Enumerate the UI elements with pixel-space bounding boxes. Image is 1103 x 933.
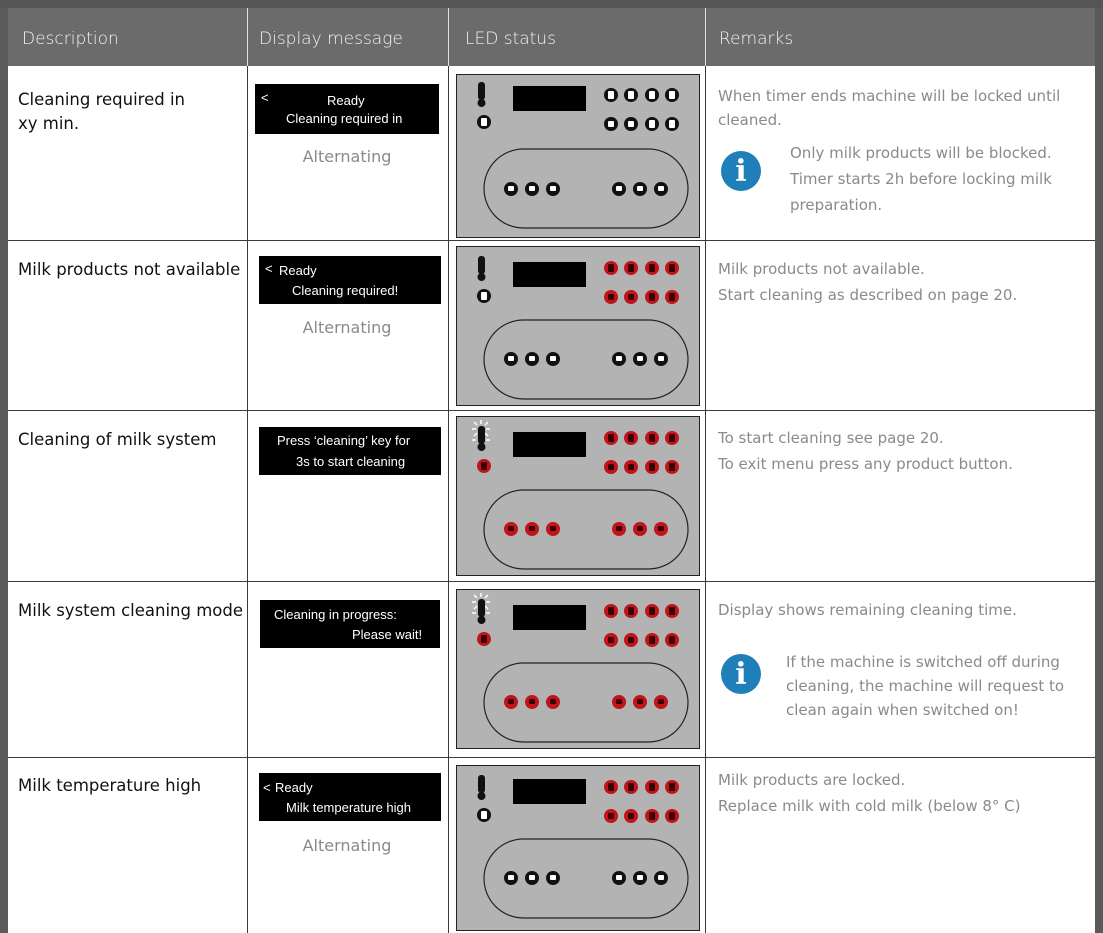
alternating-label: Alternating bbox=[302, 836, 392, 855]
info-text: Timer starts 2h before locking milk bbox=[790, 170, 1052, 188]
back-chevron-icon: < bbox=[261, 90, 269, 105]
info-text: cleaning, the machine will request to bbox=[786, 677, 1065, 695]
led-panel bbox=[456, 589, 700, 749]
remark: Replace milk with cold milk (below 8° C) bbox=[718, 797, 1021, 815]
led-panel bbox=[456, 246, 700, 406]
back-chevron-icon: < bbox=[263, 780, 271, 795]
row-description: Milk system cleaning mode bbox=[18, 601, 244, 620]
row-description: Milk products not available bbox=[18, 260, 241, 279]
alternating-label: Alternating bbox=[302, 147, 392, 166]
remark: Display shows remaining cleaning time. bbox=[718, 601, 1017, 619]
header-description: Description bbox=[22, 29, 119, 49]
display-message: < Ready Milk temperature high bbox=[259, 773, 441, 821]
remark: To exit menu press any product button. bbox=[718, 455, 1013, 473]
info-icon: i bbox=[721, 654, 761, 694]
remark: Start cleaning as described on page 20. bbox=[718, 286, 1018, 304]
display-message: < Ready Cleaning required in bbox=[255, 84, 439, 134]
info-text: Only milk products will be blocked. bbox=[790, 144, 1052, 162]
display-message: Press ‘cleaning’ key for 3s to start cle… bbox=[259, 427, 441, 475]
row-description-line2: xy min. bbox=[18, 114, 80, 133]
remark: Milk products are locked. bbox=[718, 771, 906, 789]
header-led: LED status bbox=[465, 29, 556, 49]
top-strip bbox=[0, 0, 1103, 8]
back-chevron-icon: < bbox=[265, 261, 273, 276]
info-icon: i bbox=[721, 151, 761, 191]
led-panel bbox=[456, 74, 700, 238]
remark: When timer ends machine will be locked u… bbox=[718, 87, 1061, 105]
info-text: If the machine is switched off during bbox=[786, 653, 1060, 671]
remark: To start cleaning see page 20. bbox=[718, 429, 944, 447]
display-message: < Ready Cleaning required! bbox=[259, 256, 441, 304]
row-description: Milk temperature high bbox=[18, 776, 202, 795]
row-description: Cleaning required in bbox=[18, 90, 186, 109]
header-display: Display message bbox=[259, 29, 403, 49]
remark: cleaned. bbox=[718, 111, 782, 129]
remark: Milk products not available. bbox=[718, 260, 925, 278]
header-remarks: Remarks bbox=[719, 29, 794, 49]
led-panel bbox=[456, 416, 700, 576]
info-text: clean again when switched on! bbox=[786, 701, 1019, 719]
alternating-label: Alternating bbox=[302, 318, 392, 337]
display-message: Cleaning in progress: Please wait! bbox=[260, 600, 440, 648]
row-description: Cleaning of milk system bbox=[18, 430, 217, 449]
led-panel bbox=[456, 765, 700, 931]
table-header: Description Display message LED status R… bbox=[8, 8, 1095, 66]
info-text: preparation. bbox=[790, 196, 883, 214]
